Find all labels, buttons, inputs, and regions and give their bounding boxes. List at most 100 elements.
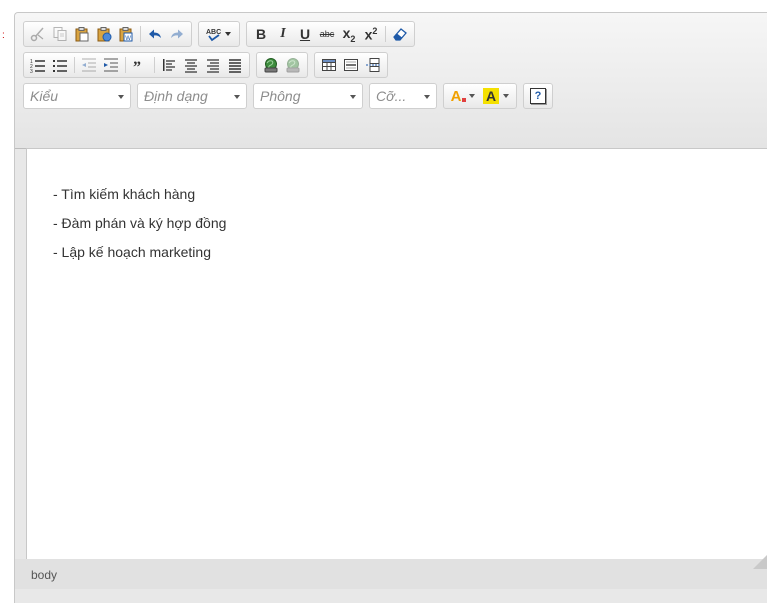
content-line: - Tìm kiếm khách hàng <box>53 186 196 202</box>
table-icon <box>322 59 336 71</box>
table-button[interactable] <box>318 54 340 76</box>
align-right-button[interactable] <box>202 54 224 76</box>
blockquote-icon: ” <box>133 59 141 73</box>
paste-text-button[interactable] <box>93 23 115 45</box>
horizontal-rule-icon <box>344 59 358 71</box>
subscript-label: x2 <box>342 24 356 44</box>
content-line: - Lập kế hoạch marketing <box>53 244 211 260</box>
numbered-list-icon: 123 <box>30 59 45 73</box>
blockquote-button[interactable]: ” <box>129 54 151 76</box>
help-group: ? <box>523 83 553 109</box>
justify-button[interactable] <box>224 54 246 76</box>
italic-label: I <box>280 26 286 41</box>
font-combo-label: Phông <box>260 88 301 104</box>
strikethrough-button[interactable]: abc <box>316 23 338 45</box>
font-size-combo-label: Cỡ... <box>376 88 407 104</box>
font-combo[interactable]: Phông <box>253 83 363 109</box>
cut-icon <box>30 27 44 42</box>
style-combo[interactable]: Kiểu <box>23 83 131 109</box>
svg-text:3: 3 <box>30 69 33 73</box>
chevron-down-icon <box>234 95 240 99</box>
align-center-icon <box>185 59 197 73</box>
redo-icon <box>171 29 183 39</box>
font-size-combo[interactable]: Cỡ... <box>369 83 437 109</box>
justify-icon <box>229 59 241 73</box>
resize-handle[interactable] <box>753 555 767 569</box>
paste-text-icon <box>97 27 112 42</box>
align-right-icon <box>207 59 219 73</box>
indent-button[interactable] <box>100 54 122 76</box>
unlink-icon <box>286 58 300 73</box>
content-line: - Đàm phán và ký hợp đồng <box>53 215 227 231</box>
toolbar-row-1: W ABC B I U abc x2 x2 <box>23 21 421 47</box>
subscript-button[interactable]: x2 <box>338 23 360 45</box>
svg-text:”: ” <box>133 59 141 73</box>
separator <box>154 57 155 73</box>
bold-button[interactable]: B <box>250 23 272 45</box>
horizontal-rule-button[interactable] <box>340 54 362 76</box>
rich-text-editor: W ABC B I U abc x2 x2 1 2 3 ” Kiểu Định … <box>14 12 767 603</box>
bullet-list-button[interactable] <box>49 54 71 76</box>
chevron-down-icon <box>118 95 124 99</box>
link-group <box>256 52 308 78</box>
color-group: A A <box>443 83 517 109</box>
help-button[interactable]: ? <box>527 85 549 107</box>
editor-content[interactable]: - Tìm kiếm khách hàng - Đàm phán và ký h… <box>26 148 767 560</box>
remove-format-button[interactable] <box>389 23 411 45</box>
status-bar: body <box>15 555 767 589</box>
strikethrough-label: abc <box>319 29 335 39</box>
text-color-button[interactable]: A <box>447 85 479 107</box>
page-break-icon <box>366 58 380 72</box>
toolbar-row-2: 123 ” <box>23 52 394 78</box>
separator <box>125 57 126 73</box>
underline-button[interactable]: U <box>294 23 316 45</box>
unlink-button[interactable] <box>282 54 304 76</box>
paste-word-button[interactable]: W <box>115 23 137 45</box>
bold-label: B <box>255 26 267 42</box>
underline-label: U <box>299 26 311 42</box>
indent-icon <box>104 58 118 72</box>
toolbar-area: W ABC B I U abc x2 x2 1 2 3 ” Kiểu Định … <box>15 13 767 149</box>
bullet-list-icon <box>53 60 67 72</box>
toolbar-row-3: Kiểu Định dạng Phông Cỡ... A A ? <box>23 83 559 109</box>
format-combo[interactable]: Định dạng <box>137 83 247 109</box>
chevron-down-icon <box>424 95 430 99</box>
help-icon: ? <box>530 88 546 104</box>
superscript-label: x2 <box>364 25 378 43</box>
required-marker: : <box>2 30 5 41</box>
chevron-down-icon <box>350 95 356 99</box>
style-combo-label: Kiểu <box>30 88 59 104</box>
separator <box>140 26 141 42</box>
background-color-button[interactable]: A <box>479 85 513 107</box>
content-list: - Tìm kiếm khách hàng - Đàm phán và ký h… <box>53 180 226 267</box>
list-group: 123 ” <box>23 52 250 78</box>
insert-group <box>314 52 388 78</box>
link-button[interactable] <box>260 54 282 76</box>
superscript-button[interactable]: x2 <box>360 23 382 45</box>
separator <box>74 57 75 73</box>
spellcheck-group: ABC <box>198 21 240 47</box>
eraser-icon <box>393 28 407 41</box>
undo-button[interactable] <box>144 23 166 45</box>
background-color-icon: A <box>482 88 510 104</box>
spellcheck-button[interactable]: ABC <box>202 23 236 45</box>
separator <box>385 26 386 42</box>
redo-button[interactable] <box>166 23 188 45</box>
link-icon <box>264 58 278 73</box>
spellcheck-icon: ABC <box>206 29 231 42</box>
numbered-list-button[interactable]: 123 <box>27 54 49 76</box>
outdent-icon <box>82 58 96 72</box>
paste-button[interactable] <box>71 23 93 45</box>
element-path[interactable]: body <box>31 568 57 582</box>
page-break-button[interactable] <box>362 54 384 76</box>
italic-button[interactable]: I <box>272 23 294 45</box>
text-color-icon: A <box>451 88 476 105</box>
svg-text:W: W <box>125 36 131 42</box>
align-left-button[interactable] <box>158 54 180 76</box>
basic-styles-group: B I U abc x2 x2 <box>246 21 415 47</box>
cut-button[interactable] <box>27 23 49 45</box>
outdent-button[interactable] <box>78 54 100 76</box>
paste-icon <box>75 27 89 42</box>
copy-button[interactable] <box>49 23 71 45</box>
align-center-button[interactable] <box>180 54 202 76</box>
